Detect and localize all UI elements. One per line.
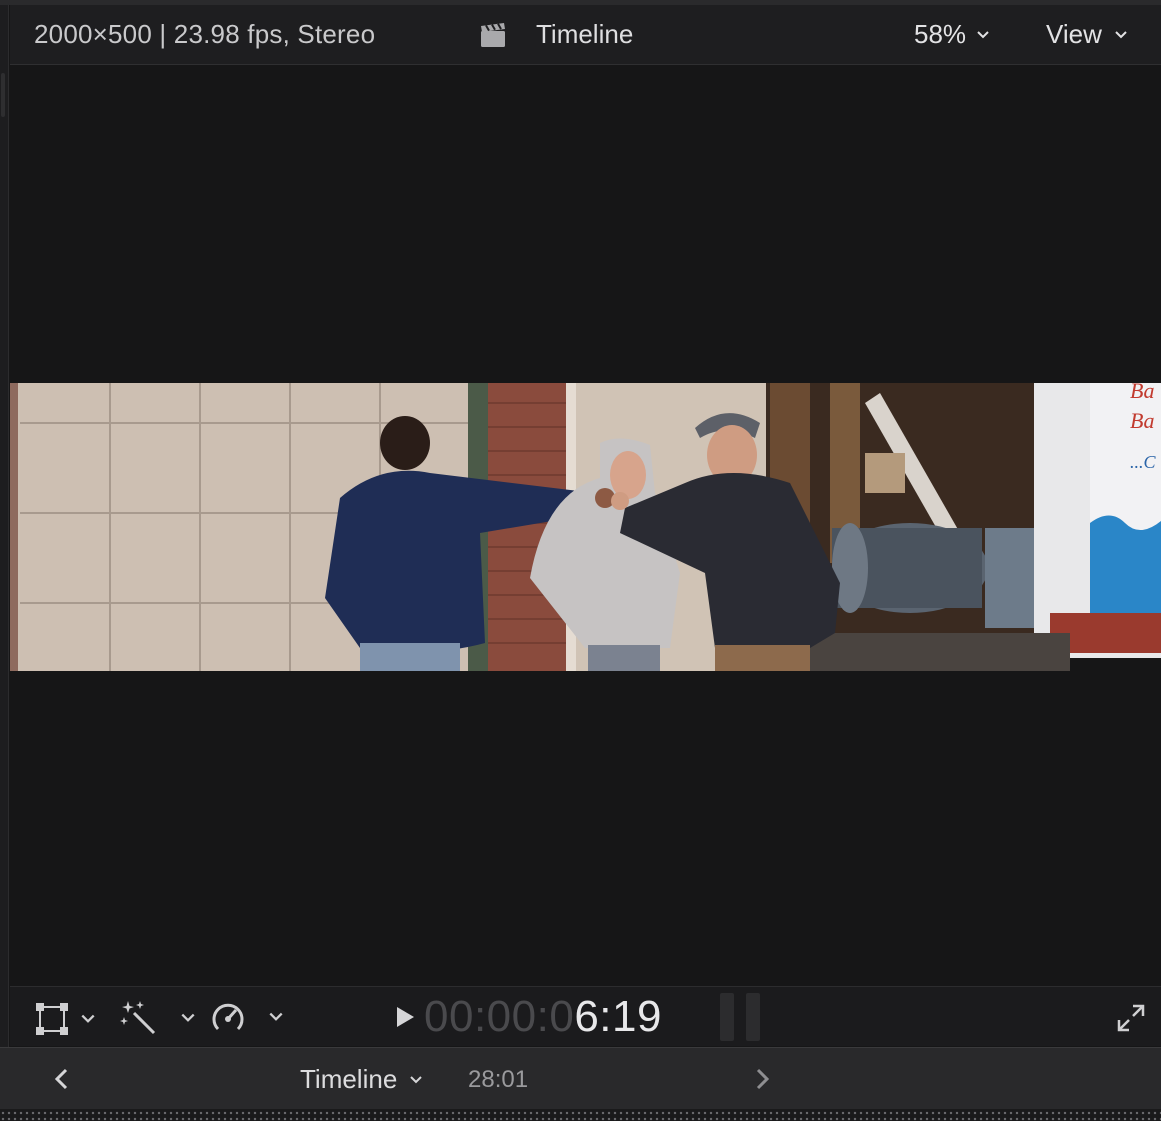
chevron-down-icon [81, 1014, 95, 1023]
chevron-down-icon [1115, 30, 1127, 38]
enhance-menu[interactable] [120, 999, 196, 1037]
chevron-down-icon [269, 1012, 283, 1021]
svg-text:Ba: Ba [1130, 408, 1154, 433]
fullscreen-button[interactable] [1116, 1003, 1146, 1033]
clapperboard-icon [481, 23, 505, 47]
chevron-down-icon [410, 1075, 423, 1083]
view-menu-label: View [1046, 19, 1102, 49]
chevron-down-icon [181, 1013, 195, 1022]
timecode-leading: 00:00:0 [424, 992, 575, 1041]
timeline-duration: 28:01 [468, 1066, 529, 1093]
timeline-name: Timeline [300, 1064, 398, 1094]
zoom-level: 58% [914, 19, 967, 49]
expand-icon [1117, 1004, 1145, 1032]
view-menu[interactable]: View [1046, 19, 1128, 50]
play-icon[interactable] [394, 1005, 416, 1029]
left-panel-edge[interactable] [0, 5, 9, 1048]
transform-menu[interactable] [34, 1001, 96, 1037]
audio-meter [720, 993, 760, 1041]
chevron-right-icon[interactable] [750, 1065, 774, 1093]
timecode-display[interactable]: 00:00:06:19 [394, 992, 662, 1041]
zoom-menu[interactable]: 58% [914, 19, 990, 50]
viewer-toolbar: 00:00:06:19 [10, 986, 1161, 1046]
transform-crop-icon [36, 1003, 68, 1035]
timeline-menu[interactable]: Timeline [300, 1064, 423, 1095]
video-frame: Ba Ba ...C [10, 383, 1161, 671]
magic-wand-icon [120, 1001, 156, 1035]
audio-meter-right [746, 993, 760, 1041]
resize-handle[interactable] [1, 73, 5, 117]
video-viewer[interactable]: Ba Ba ...C [10, 66, 1161, 986]
format-info: 2000×500 | 23.98 fps, Stereo [34, 19, 376, 49]
timeline-nav-bar: Timeline 28:01 [0, 1047, 1161, 1109]
timeline-ruler-edge [0, 1109, 1161, 1121]
svg-text:Ba: Ba [1130, 383, 1154, 403]
svg-text:...C: ...C [1130, 452, 1157, 472]
audio-meter-left [720, 993, 734, 1041]
viewer-header: 2000×500 | 23.98 fps, Stereo Timeline 58… [10, 5, 1161, 65]
retime-menu[interactable] [210, 999, 284, 1035]
chevron-down-icon [977, 30, 989, 38]
chevron-left-icon[interactable] [50, 1065, 74, 1093]
viewer-title: Timeline [536, 19, 634, 49]
timecode-value: 6:19 [574, 992, 662, 1041]
speedometer-icon [212, 1003, 244, 1031]
